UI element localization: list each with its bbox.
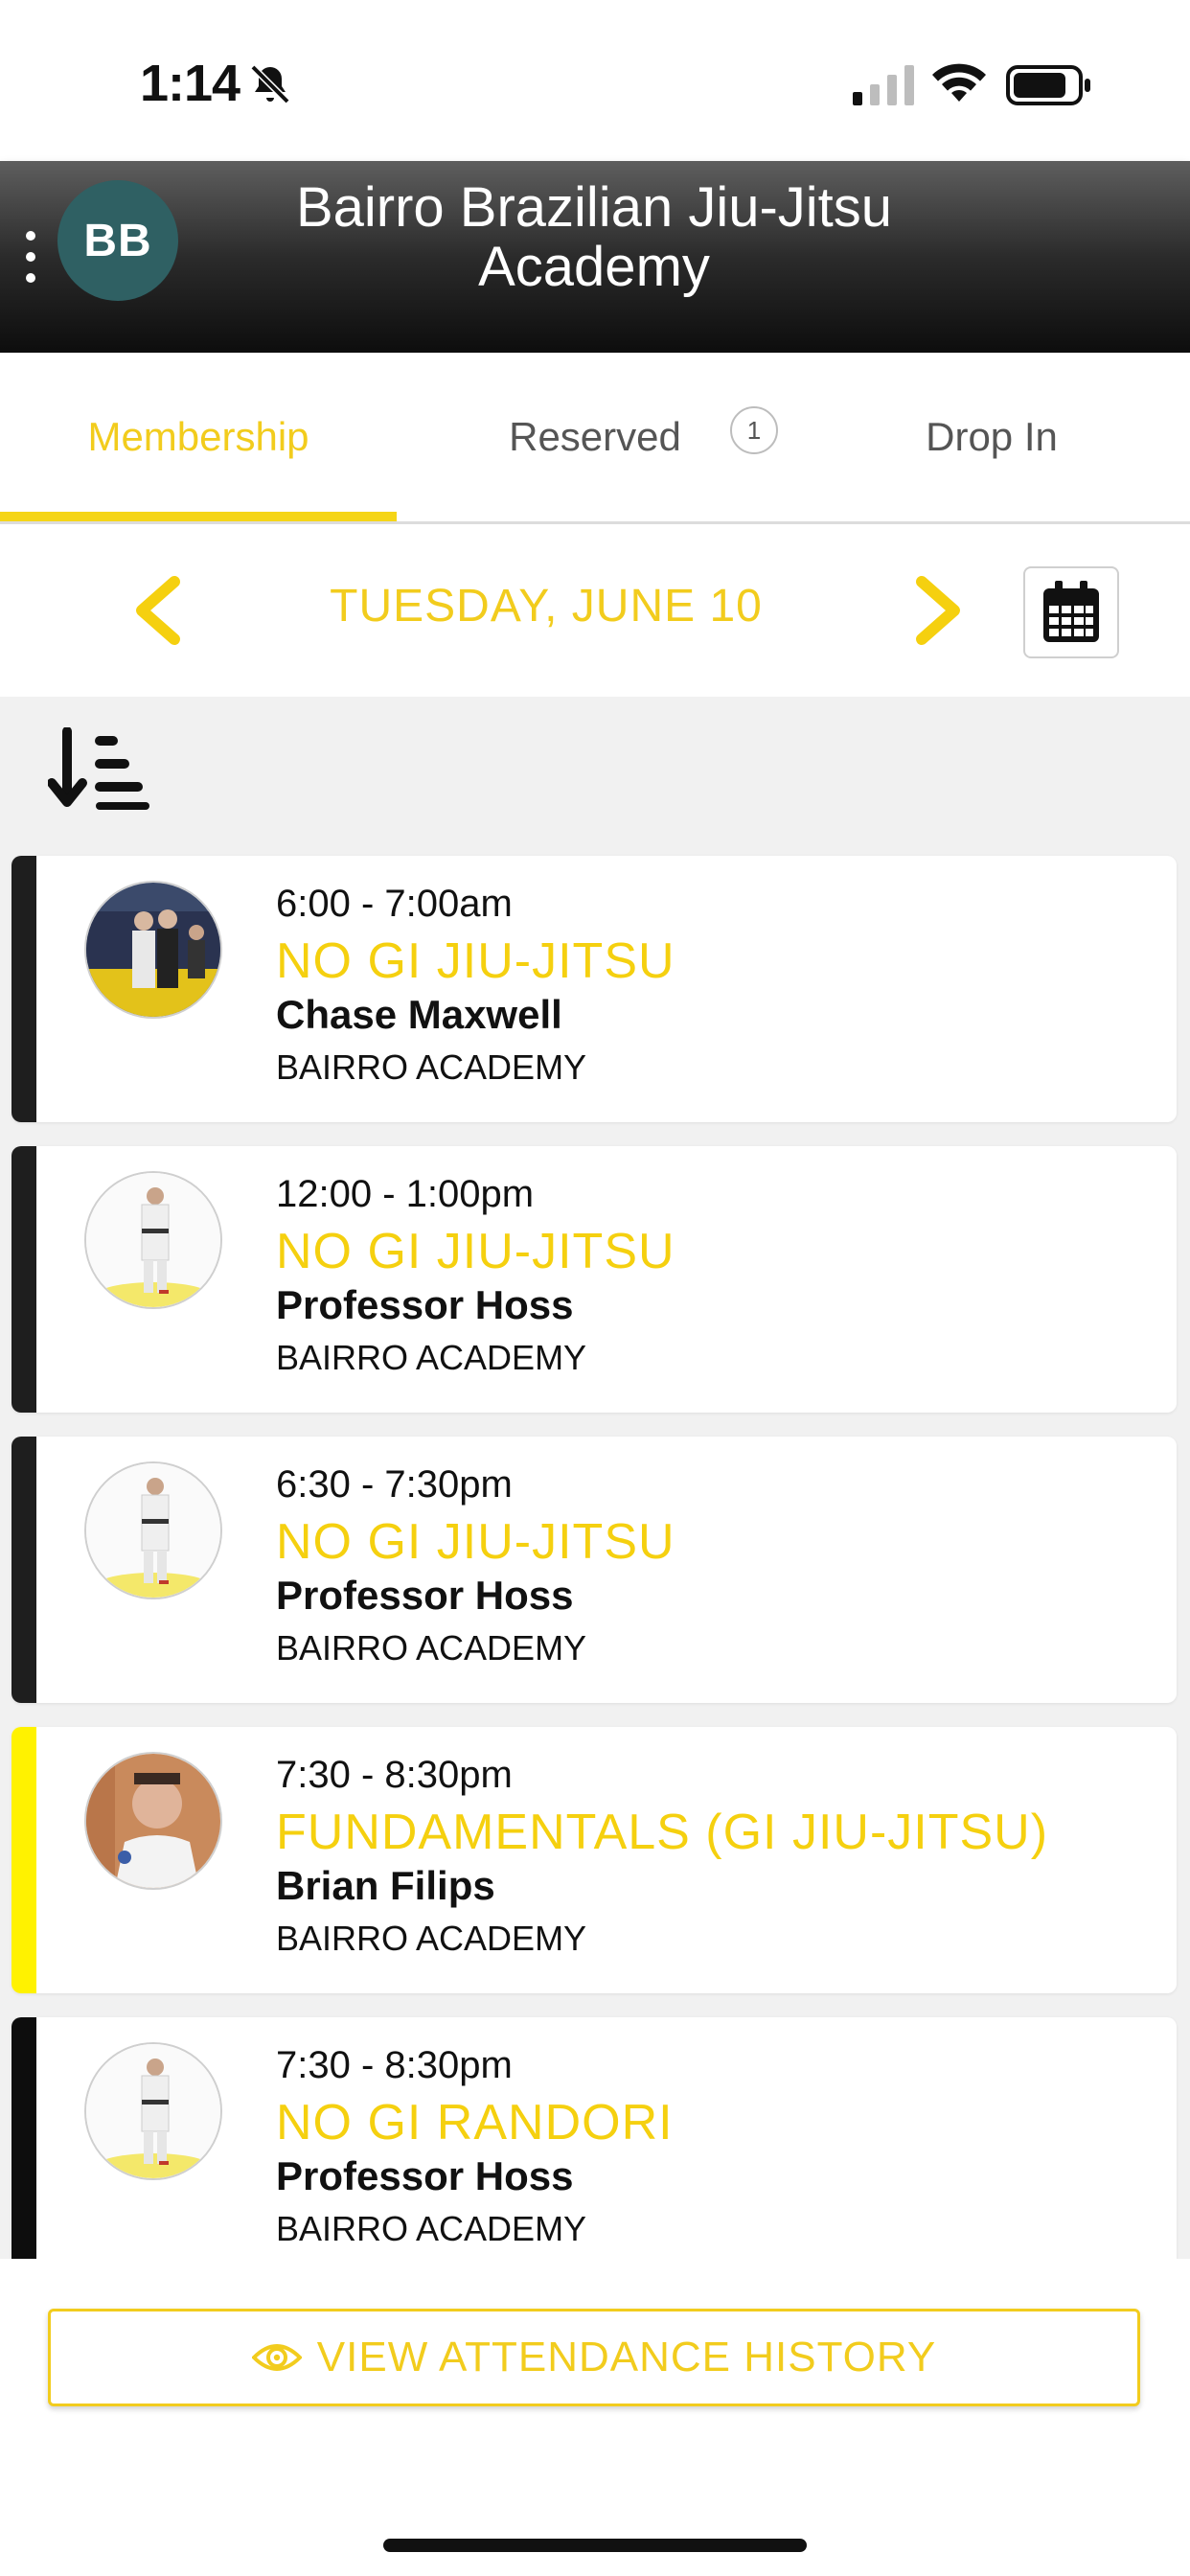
- class-time: 12:00 - 1:00pm: [276, 1173, 535, 1215]
- class-name: NO GI JIU-JITSU: [276, 1224, 675, 1279]
- class-card[interactable]: 12:00 - 1:00pm NO GI JIU-JITSU Professor…: [11, 1146, 1177, 1413]
- class-location: BAIRRO ACADEMY: [276, 1047, 587, 1087]
- class-name: NO GI JIU-JITSU: [276, 933, 675, 989]
- chevron-right-icon[interactable]: [910, 576, 968, 645]
- class-status-bar: [11, 856, 36, 1122]
- calendar-icon: [1043, 581, 1099, 642]
- date-navigator: TUESDAY, JUNE 10: [0, 524, 1190, 697]
- class-name: NO GI RANDORI: [276, 2095, 674, 2150]
- chevron-left-icon[interactable]: [128, 576, 186, 645]
- class-status-bar: [11, 2017, 36, 2259]
- view-attendance-history-button[interactable]: VIEW ATTENDANCE HISTORY: [48, 2309, 1140, 2406]
- sort-icon[interactable]: [48, 727, 149, 810]
- instructor-photo: [84, 1461, 222, 1599]
- instructor-photo: [84, 1752, 222, 1890]
- cellular-signal-icon: [853, 65, 914, 105]
- class-name: FUNDAMENTALS (GI JIU-JITSU): [276, 1805, 1049, 1860]
- class-list: 6:00 - 7:00am NO GI JIU-JITSU Chase Maxw…: [0, 697, 1190, 2259]
- bell-muted-icon: [250, 64, 290, 104]
- title-line-2: Academy: [478, 236, 710, 298]
- class-card[interactable]: 7:30 - 8:30pm NO GI RANDORI Professor Ho…: [11, 2017, 1177, 2259]
- class-instructor: Brian Filips: [276, 1863, 495, 1908]
- eye-icon: [251, 2344, 302, 2371]
- tab-drop-in[interactable]: Drop In: [793, 353, 1190, 521]
- app-header: BB Bairro Brazilian Jiu-Jitsu Academy: [0, 161, 1190, 353]
- class-status-bar: [11, 1727, 36, 1993]
- class-time: 7:30 - 8:30pm: [276, 1754, 513, 1796]
- bottom-bar: VIEW ATTENDANCE HISTORY: [0, 2259, 1190, 2576]
- class-instructor: Professor Hoss: [276, 1282, 574, 1327]
- class-time: 6:00 - 7:00am: [276, 883, 513, 925]
- instructor-photo: [84, 881, 222, 1019]
- status-time: 1:14: [140, 55, 240, 112]
- tab-bar: Membership Reserved 1 Drop In: [0, 353, 1190, 524]
- title-line-1: Bairro Brazilian Jiu-Jitsu: [295, 176, 893, 239]
- academy-avatar[interactable]: BB: [57, 180, 178, 301]
- class-time: 6:30 - 7:30pm: [276, 1463, 513, 1506]
- battery-icon: [1006, 65, 1090, 105]
- class-time: 7:30 - 8:30pm: [276, 2044, 513, 2086]
- reserved-count-badge: 1: [730, 406, 778, 454]
- instructor-photo: [84, 2042, 222, 2180]
- tab-membership[interactable]: Membership: [0, 353, 397, 521]
- attendance-button-label: VIEW ATTENDANCE HISTORY: [316, 2334, 937, 2380]
- instructor-photo: [84, 1171, 222, 1309]
- class-instructor: Professor Hoss: [276, 2153, 574, 2198]
- selected-date[interactable]: TUESDAY, JUNE 10: [287, 580, 805, 632]
- class-location: BAIRRO ACADEMY: [276, 1919, 587, 1958]
- calendar-button[interactable]: [1023, 566, 1119, 658]
- class-location: BAIRRO ACADEMY: [276, 1628, 587, 1668]
- class-card[interactable]: 7:30 - 8:30pm FUNDAMENTALS (GI JIU-JITSU…: [11, 1727, 1177, 1993]
- class-instructor: Professor Hoss: [276, 1573, 574, 1618]
- status-bar: 1:14: [0, 0, 1190, 161]
- active-tab-indicator: [0, 512, 397, 521]
- page-title: Bairro Brazilian Jiu-Jitsu Academy: [220, 178, 968, 297]
- class-card[interactable]: 6:30 - 7:30pm NO GI JIU-JITSU Professor …: [11, 1437, 1177, 1703]
- class-card[interactable]: 6:00 - 7:00am NO GI JIU-JITSU Chase Maxw…: [11, 856, 1177, 1122]
- class-instructor: Chase Maxwell: [276, 992, 562, 1037]
- class-location: BAIRRO ACADEMY: [276, 1338, 587, 1377]
- wifi-icon: [932, 63, 986, 102]
- class-name: NO GI JIU-JITSU: [276, 1514, 675, 1570]
- class-status-bar: [11, 1437, 36, 1703]
- class-status-bar: [11, 1146, 36, 1413]
- more-vertical-icon[interactable]: [23, 218, 38, 295]
- class-location: BAIRRO ACADEMY: [276, 2209, 587, 2248]
- home-indicator[interactable]: [383, 2539, 807, 2552]
